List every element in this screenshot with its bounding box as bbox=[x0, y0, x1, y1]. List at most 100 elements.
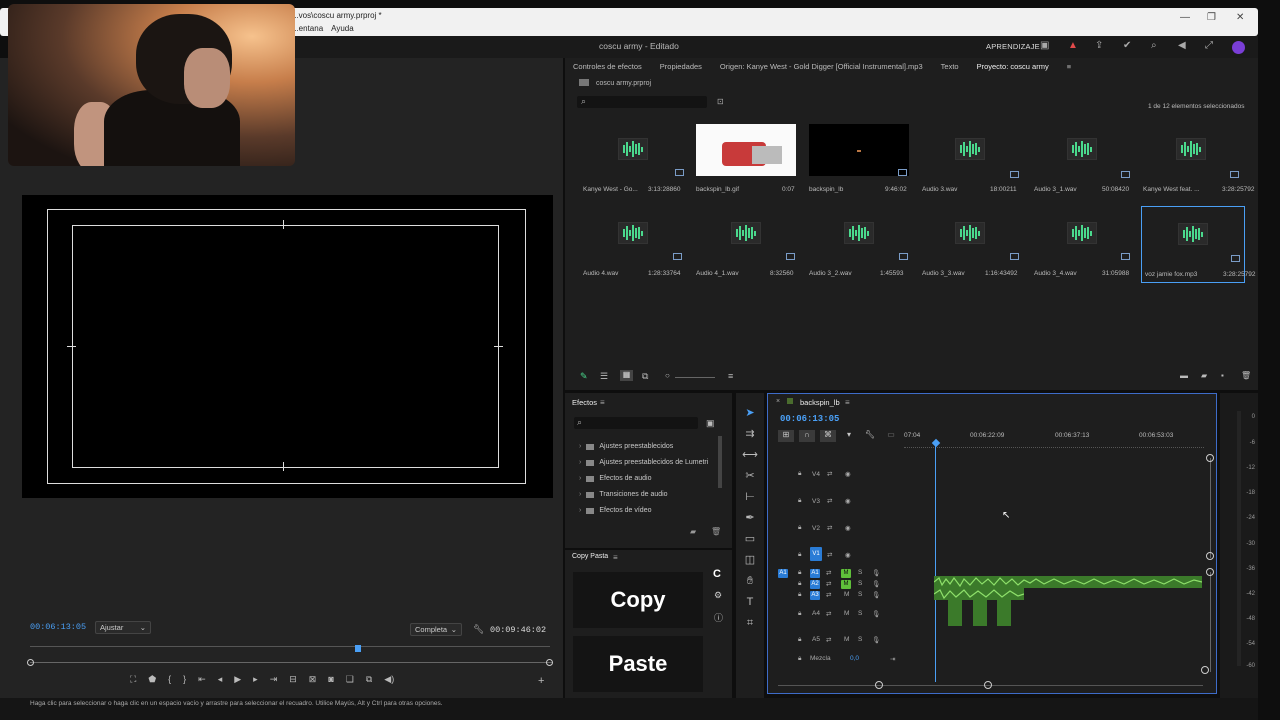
sync-lock-icon[interactable]: ⇄ bbox=[826, 580, 831, 588]
time-ruler[interactable] bbox=[904, 444, 1204, 448]
sync-lock-icon[interactable]: ⇄ bbox=[826, 591, 831, 599]
audio-clip-a4[interactable] bbox=[973, 600, 987, 626]
playhead-line[interactable] bbox=[935, 446, 936, 682]
project-item[interactable] bbox=[583, 208, 683, 260]
effects-search-input[interactable]: ⌕ bbox=[574, 417, 698, 429]
mark-in-icon[interactable]: { bbox=[168, 674, 171, 685]
eye-icon[interactable]: ◉ bbox=[845, 470, 851, 478]
lock-icon[interactable]: 🔒︎ bbox=[798, 655, 801, 663]
list-view-icon[interactable]: ☰ bbox=[600, 371, 608, 382]
lock-icon[interactable]: 🔒︎ bbox=[798, 524, 801, 532]
lock-icon[interactable]: 🔒︎ bbox=[798, 551, 801, 559]
effects-folder[interactable]: › Efectos de vídeo bbox=[579, 507, 652, 514]
hscroll-handle-left[interactable] bbox=[875, 681, 883, 689]
ripple-edit-icon[interactable]: ⟷ bbox=[742, 447, 758, 463]
quality-dropdown[interactable]: Completa ⌄ bbox=[410, 623, 462, 636]
project-item[interactable] bbox=[583, 124, 684, 176]
sync-lock-icon[interactable]: ⇄ bbox=[827, 524, 832, 532]
mute-button[interactable]: M bbox=[844, 591, 849, 598]
project-item[interactable] bbox=[1141, 124, 1241, 178]
solo-button[interactable]: S bbox=[858, 569, 862, 576]
track-name[interactable]: A3 bbox=[810, 591, 820, 600]
solo-button[interactable]: S bbox=[858, 591, 862, 598]
microphone-icon[interactable]: 🎙︎ bbox=[872, 610, 880, 618]
audio-icon[interactable]: ◀) bbox=[384, 674, 394, 685]
tab-source[interactable]: Origen: Kanye West - Gold Digger [Offici… bbox=[720, 62, 923, 71]
track-name[interactable]: A2 bbox=[810, 580, 820, 589]
nest-icon[interactable]: ⊞ bbox=[778, 430, 794, 442]
solo-button[interactable]: S bbox=[858, 610, 862, 617]
project-item[interactable] bbox=[920, 124, 1020, 178]
sync-lock-icon[interactable]: ⇄ bbox=[826, 610, 831, 618]
monitor-playhead[interactable] bbox=[355, 645, 361, 652]
tab-menu-icon[interactable]: ≡ bbox=[1067, 62, 1071, 71]
check-icon[interactable]: ✔ bbox=[1123, 40, 1131, 51]
add-button-icon[interactable]: + bbox=[538, 675, 544, 687]
share-icon[interactable]: ⇪ bbox=[1095, 40, 1103, 51]
maximize-icon[interactable]: ❐ bbox=[1207, 12, 1216, 23]
freeform-view-icon[interactable]: ⧉ bbox=[642, 371, 648, 382]
new-folder-icon[interactable]: ▰ bbox=[690, 527, 696, 536]
source-patch-a1[interactable]: A1 bbox=[778, 569, 788, 578]
effects-folder[interactable]: › Ajustes preestablecidos de Lumetri bbox=[579, 459, 708, 466]
mute-button[interactable]: M bbox=[841, 569, 851, 578]
trash-icon[interactable]: 🗑︎ bbox=[1241, 371, 1251, 380]
icon-view-icon[interactable]: ▦ bbox=[620, 370, 633, 381]
close-icon[interactable]: ✕ bbox=[1236, 12, 1244, 23]
effects-scrollbar[interactable] bbox=[718, 436, 722, 488]
zoom-slider-handle[interactable]: ○ bbox=[665, 371, 670, 380]
slip-tool-icon[interactable]: ⊢ bbox=[742, 489, 758, 505]
eye-icon[interactable]: ◉ bbox=[845, 551, 851, 559]
project-item[interactable] bbox=[809, 208, 909, 260]
warning-icon[interactable]: ▲ bbox=[1068, 40, 1078, 51]
project-item[interactable] bbox=[809, 124, 909, 176]
menu-icon[interactable]: ≡ bbox=[845, 398, 850, 407]
selection-tool-icon[interactable]: ➤ bbox=[742, 405, 758, 421]
track-name[interactable]: V1 bbox=[810, 547, 822, 561]
go-to-end-icon[interactable]: ⇥ bbox=[890, 655, 895, 663]
lock-icon[interactable]: 🔒︎ bbox=[798, 610, 801, 618]
mute-button[interactable]: M bbox=[841, 580, 851, 589]
avatar[interactable] bbox=[1232, 41, 1245, 54]
step-back-icon[interactable]: ◂ bbox=[218, 674, 223, 685]
panel-icon[interactable]: ▣ bbox=[1040, 40, 1049, 51]
new-bin-icon[interactable]: ⊡ bbox=[717, 97, 724, 106]
track-select-icon[interactable]: ⇉ bbox=[742, 426, 758, 442]
project-item[interactable] bbox=[696, 208, 796, 260]
caption-tool-icon[interactable]: ⌗ bbox=[742, 615, 758, 631]
razor-icon[interactable]: ✂ bbox=[742, 468, 758, 484]
extract-icon[interactable]: ⊠ bbox=[309, 674, 317, 685]
scroll-handle-bottom[interactable] bbox=[1201, 666, 1209, 674]
close-tab-icon[interactable]: × bbox=[776, 398, 780, 405]
lock-icon[interactable]: 🔒︎ bbox=[798, 470, 801, 478]
audio-clip-a4[interactable] bbox=[948, 600, 962, 626]
menu-icon[interactable]: ≡ bbox=[613, 553, 618, 562]
tab-text[interactable]: Texto bbox=[941, 62, 959, 71]
mute-button[interactable]: M bbox=[844, 636, 849, 643]
lift-icon[interactable]: ⊟ bbox=[289, 674, 297, 685]
effects-folder[interactable]: › Efectos de audio bbox=[579, 475, 652, 482]
scroll-handle-top[interactable] bbox=[1206, 568, 1214, 576]
microphone-icon[interactable]: 🎙︎ bbox=[872, 569, 880, 577]
audio-scrollbar[interactable] bbox=[1210, 572, 1211, 672]
zoom-handle-left[interactable] bbox=[27, 659, 34, 666]
settings-wrench-icon[interactable]: 🔧︎ bbox=[862, 430, 878, 442]
project-item[interactable] bbox=[920, 208, 1020, 260]
scroll-handle-top[interactable] bbox=[1206, 454, 1214, 462]
monitor-ruler[interactable] bbox=[30, 646, 550, 652]
eye-icon[interactable]: ◉ bbox=[845, 497, 851, 505]
menu-ventana[interactable]: ...entana bbox=[292, 24, 323, 33]
scroll-handle-bottom[interactable] bbox=[1206, 552, 1214, 560]
search-icon[interactable]: ⌕ bbox=[1151, 40, 1157, 51]
vr-icon[interactable]: ⧉ bbox=[366, 674, 372, 685]
microphone-icon[interactable]: 🎙︎ bbox=[872, 580, 880, 588]
pencil-icon[interactable]: ✎ bbox=[580, 371, 588, 382]
hscroll-handle-right[interactable] bbox=[984, 681, 992, 689]
menu-icon[interactable]: ≡ bbox=[600, 398, 605, 407]
play-icon[interactable]: ▶ bbox=[234, 674, 241, 685]
project-item[interactable] bbox=[1032, 208, 1132, 260]
automate-icon[interactable]: ▬ bbox=[1180, 371, 1188, 380]
tab-project[interactable]: Proyecto: coscu army bbox=[977, 62, 1049, 71]
microphone-icon[interactable]: 🎙︎ bbox=[872, 591, 880, 599]
solo-button[interactable]: S bbox=[858, 580, 862, 587]
